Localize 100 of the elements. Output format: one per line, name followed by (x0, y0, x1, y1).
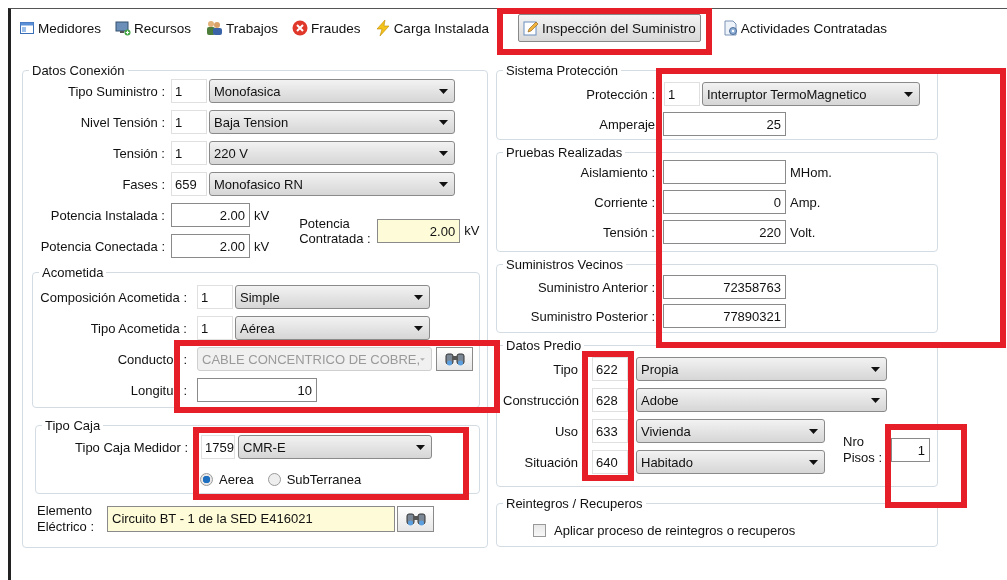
input-field[interactable]: Circuito BT - 1 de la SED E416021 (107, 506, 395, 532)
field-label: Tipo Suministro : (66, 83, 165, 99)
dropdown[interactable]: Habitado (636, 450, 825, 474)
code-field[interactable]: 1 (171, 79, 207, 103)
people-icon (205, 20, 224, 36)
caret-icon (414, 294, 423, 300)
unit-label: Amp. (790, 194, 821, 210)
lightning-icon (374, 20, 391, 36)
field-label: Aislamiento : (579, 164, 655, 180)
field-label: Corriente : (593, 194, 655, 210)
group-title: Suministros Vecinos (505, 257, 625, 272)
field-label: Longitu (130, 382, 174, 398)
tab[interactable]: Actividades Contratadas (718, 14, 893, 42)
field-label: Construcción (503, 392, 578, 408)
input-field[interactable]: 2.00 (171, 234, 250, 258)
caret-icon (904, 91, 913, 97)
field-label: Suministro Anterior : (536, 279, 655, 295)
dropdown[interactable]: 220 V (209, 141, 455, 165)
input-field[interactable]: 72358763 (663, 275, 786, 299)
dropdown[interactable]: Monofasico RN (209, 172, 455, 196)
dropdown[interactable]: Interruptor TermoMagnetico (702, 82, 920, 106)
dropdown[interactable]: Monofasica (209, 79, 455, 103)
tab[interactable]: Recursos (110, 14, 197, 42)
tab[interactable]: Trabajos (200, 14, 284, 42)
radio-option[interactable]: Aerea (200, 471, 254, 487)
input-field[interactable] (663, 160, 786, 184)
input-field[interactable]: 2.00 (377, 218, 461, 243)
field-label: Potencia Instalada : (49, 207, 165, 223)
field-label: Potencia Contratada : (299, 215, 372, 246)
group-title: Sistema Protección (505, 63, 619, 78)
binoculars-icon (443, 351, 466, 367)
code-field[interactable]: 628 (592, 388, 628, 412)
group-title: Reintegros / Recuperos (505, 496, 644, 511)
code-field[interactable]: 1 (197, 316, 233, 340)
code-field[interactable]: 640 (592, 450, 628, 474)
field-label: Composición Acometida : (39, 289, 187, 305)
binoculars-icon (404, 511, 427, 527)
input-field[interactable]: 2.00 (171, 203, 250, 227)
code-field[interactable]: 659 (171, 172, 207, 196)
caret-icon (871, 366, 880, 372)
caret-icon (809, 428, 818, 434)
unit-label: kV (254, 238, 270, 254)
input-field[interactable]: 0 (663, 190, 786, 214)
code-field[interactable]: 1 (197, 285, 233, 309)
document-icon (723, 20, 738, 36)
tab[interactable]: Medidores (14, 14, 107, 42)
caret-icon (416, 444, 425, 450)
field-label: Tensión : (111, 145, 165, 161)
code-field[interactable]: 1 (171, 141, 207, 165)
code-field[interactable]: 1 (171, 110, 207, 134)
group-title: Pruebas Realizadas (505, 145, 624, 160)
monitor-icon (115, 20, 132, 36)
field-label: Fases : (121, 176, 165, 192)
input-field[interactable]: 220 (663, 220, 786, 244)
field-label: Uso (553, 423, 578, 439)
field-label: Nro Pisos : (843, 434, 883, 466)
field-label: Protección : (585, 86, 655, 102)
field-label: Tipo (552, 361, 578, 377)
dropdown[interactable]: Propia (636, 357, 887, 381)
pencil-icon (522, 20, 539, 36)
unit-label: Volt. (790, 224, 816, 240)
search-button[interactable] (397, 506, 434, 532)
field-label: Tipo Acometida : (89, 320, 187, 336)
field-label: Conducto (117, 351, 174, 367)
tab[interactable]: Fraudes (287, 14, 366, 42)
unit-label: MHom. (790, 164, 832, 180)
field-label: Suministro Posterior : (529, 308, 655, 324)
window-icon (19, 20, 35, 36)
search-button[interactable] (436, 347, 473, 371)
dropdown[interactable]: Adobe (636, 388, 887, 412)
tab[interactable]: Carga Instalada (369, 14, 494, 42)
field-label: Nivel Tensión : (79, 114, 165, 130)
checkbox-option[interactable]: Aplicar proceso de reintegros o recuperos (503, 519, 931, 541)
code-field[interactable]: 1 (664, 82, 700, 106)
dropdown[interactable]: Vivienda (636, 419, 825, 443)
caret-icon (439, 88, 448, 94)
input-field[interactable]: 25 (663, 112, 786, 136)
code-field[interactable]: 1759 (201, 435, 235, 459)
unit-label: kV (464, 223, 480, 238)
code-field[interactable]: 633 (592, 419, 628, 443)
input-field[interactable]: 10 (197, 378, 317, 402)
field-label: Amperaje (598, 116, 655, 132)
caret-icon (439, 119, 448, 125)
dropdown[interactable]: CMR-E (238, 435, 432, 459)
input-field[interactable]: 77890321 (663, 304, 786, 328)
dropdown[interactable]: Baja Tension (209, 110, 455, 134)
dropdown[interactable]: Simple (235, 285, 430, 309)
input-field[interactable]: 1 (891, 438, 930, 462)
caret-icon (809, 459, 818, 465)
code-field[interactable]: 622 (592, 357, 628, 381)
field-label: : (183, 382, 187, 398)
dropdown[interactable]: Aérea (235, 316, 430, 340)
field-label: Tipo Caja Medidor : (74, 439, 188, 455)
caret-icon (420, 356, 425, 362)
field-label: : (183, 351, 187, 367)
radio-option[interactable]: SubTerranea (267, 471, 362, 487)
group-title: Tipo Caja (44, 418, 102, 433)
caret-icon (439, 150, 448, 156)
tab[interactable]: Inspección del Suministro (517, 14, 701, 42)
error-icon (292, 20, 309, 36)
